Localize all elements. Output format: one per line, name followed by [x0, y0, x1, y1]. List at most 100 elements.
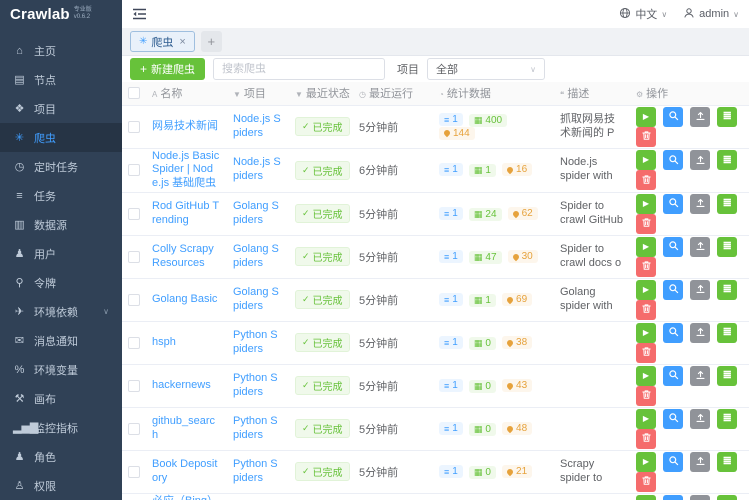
view-button[interactable] — [663, 322, 684, 343]
language-switcher[interactable]: 中文 ∨ — [619, 6, 667, 22]
delete-button[interactable] — [636, 385, 656, 406]
run-button[interactable]: ▶ — [636, 106, 656, 127]
column-header-project[interactable]: ▼ 项目 — [227, 82, 289, 106]
run-button[interactable]: ▶ — [636, 150, 656, 171]
upload-button[interactable] — [690, 365, 711, 386]
delete-button[interactable] — [636, 342, 656, 363]
search-input[interactable] — [213, 58, 386, 80]
project-link[interactable]: Python Spiders — [233, 372, 283, 400]
row-checkbox[interactable] — [128, 164, 140, 177]
sidebar-item-home[interactable]: ⌂ 主页 ∨ — [0, 36, 122, 65]
sidebar-collapse-icon[interactable] — [132, 8, 147, 20]
data-button[interactable]: ≣ — [717, 150, 738, 171]
new-spider-button[interactable]: + 新建爬虫 — [130, 58, 206, 80]
project-link[interactable]: Node.js Spiders — [233, 156, 283, 184]
column-header-name[interactable]: A 名称 — [146, 82, 227, 106]
upload-button[interactable] — [690, 495, 711, 500]
tab-spiders[interactable]: ✳ 爬虫 × — [130, 31, 195, 52]
spider-name-link[interactable]: 必应（Bing）Playwright 爬虫 — [152, 495, 221, 500]
row-checkbox[interactable] — [128, 293, 140, 306]
upload-button[interactable] — [690, 150, 711, 171]
row-checkbox[interactable] — [128, 250, 140, 263]
column-header-status[interactable]: ▼ 最近状态 — [289, 82, 353, 106]
row-checkbox[interactable] — [128, 207, 140, 220]
run-button[interactable]: ▶ — [636, 365, 656, 386]
sidebar-item-dependencies[interactable]: ✈ 环境依赖 ∨ — [0, 297, 122, 326]
upload-button[interactable] — [690, 408, 711, 429]
spider-name-link[interactable]: Node.js Basic Spider | Node.js 基础爬虫 — [152, 150, 221, 191]
select-all-checkbox[interactable] — [128, 87, 140, 100]
view-button[interactable] — [663, 193, 684, 214]
sidebar-item-canvas[interactable]: ⚒ 画布 ∨ — [0, 384, 122, 413]
upload-button[interactable] — [690, 193, 711, 214]
view-button[interactable] — [663, 279, 684, 300]
delete-button[interactable] — [636, 471, 656, 492]
project-link[interactable]: Python Spiders — [233, 415, 283, 443]
column-header-last-run[interactable]: ◷ 最近运行 — [353, 82, 433, 106]
row-checkbox[interactable] — [128, 379, 140, 392]
sidebar-item-tasks[interactable]: ≡ 任务 ∨ — [0, 181, 122, 210]
delete-button[interactable] — [636, 428, 656, 449]
sidebar-item-projects[interactable]: ❖ 项目 ∨ — [0, 94, 122, 123]
project-link[interactable]: Python Spiders — [233, 329, 283, 357]
run-button[interactable]: ▶ — [636, 451, 656, 472]
sidebar-item-roles[interactable]: ♟ 角色 ∨ — [0, 442, 122, 471]
sidebar-item-notifications[interactable]: ✉ 消息通知 ∨ — [0, 326, 122, 355]
sidebar-item-schedules[interactable]: ◷ 定时任务 ∨ — [0, 152, 122, 181]
delete-button[interactable] — [636, 170, 656, 191]
delete-button[interactable] — [636, 299, 656, 320]
spider-name-link[interactable]: github_search — [152, 415, 221, 443]
project-link[interactable]: Golang Spiders — [233, 243, 283, 271]
add-tab-button[interactable]: + — [200, 31, 222, 52]
row-checkbox[interactable] — [128, 120, 140, 133]
sidebar-item-permissions[interactable]: ♙ 权限 ∨ — [0, 471, 122, 500]
column-header-stats[interactable]: ◔ 统计数据 — [433, 82, 554, 106]
delete-button[interactable] — [636, 256, 656, 277]
sidebar-item-env-vars[interactable]: % 环境变量 ∨ — [0, 355, 122, 384]
column-header-actions[interactable]: ⚙ 操作 — [630, 82, 749, 106]
spider-name-link[interactable]: hsph — [152, 336, 176, 350]
view-button[interactable] — [663, 495, 684, 500]
project-link[interactable]: Golang Spiders — [233, 200, 283, 228]
view-button[interactable] — [663, 365, 684, 386]
row-checkbox[interactable] — [128, 336, 140, 349]
spider-name-link[interactable]: 网易技术新闻 — [152, 120, 218, 134]
run-button[interactable]: ▶ — [636, 193, 656, 214]
run-button[interactable]: ▶ — [636, 322, 656, 343]
run-button[interactable]: ▶ — [636, 236, 656, 257]
sidebar-item-spiders[interactable]: ✳ 爬虫 ∨ — [0, 123, 122, 152]
project-filter-select[interactable]: 全部 ∨ — [427, 58, 546, 80]
view-button[interactable] — [663, 408, 684, 429]
data-button[interactable]: ≣ — [717, 279, 738, 300]
user-menu[interactable]: admin ∨ — [683, 7, 739, 22]
upload-button[interactable] — [690, 451, 711, 472]
sidebar-item-metrics[interactable]: ▂▅▇ 监控指标 ∨ — [0, 413, 122, 442]
upload-button[interactable] — [690, 279, 711, 300]
row-checkbox[interactable] — [128, 422, 140, 435]
sidebar-item-datasources[interactable]: ▥ 数据源 ∨ — [0, 210, 122, 239]
data-button[interactable]: ≣ — [717, 451, 738, 472]
run-button[interactable]: ▶ — [636, 408, 656, 429]
spider-name-link[interactable]: Golang Basic — [152, 293, 217, 307]
sidebar-item-nodes[interactable]: ▤ 节点 ∨ — [0, 65, 122, 94]
data-button[interactable]: ≣ — [717, 236, 738, 257]
row-checkbox[interactable] — [128, 465, 140, 478]
data-button[interactable]: ≣ — [717, 408, 738, 429]
view-button[interactable] — [663, 150, 684, 171]
spider-name-link[interactable]: Rod GitHub Trending — [152, 200, 221, 228]
data-button[interactable]: ≣ — [717, 322, 738, 343]
data-button[interactable]: ≣ — [717, 495, 738, 500]
upload-button[interactable] — [690, 322, 711, 343]
project-link[interactable]: Golang Spiders — [233, 286, 283, 314]
spider-name-link[interactable]: Colly Scrapy Resources — [152, 243, 221, 271]
data-button[interactable]: ≣ — [717, 365, 738, 386]
sidebar-item-tokens[interactable]: ⚲ 令牌 ∨ — [0, 268, 122, 297]
delete-button[interactable] — [636, 213, 656, 234]
column-header-description[interactable]: ❝ 描述 — [554, 82, 630, 106]
run-button[interactable]: ▶ — [636, 495, 656, 500]
data-button[interactable]: ≣ — [717, 106, 738, 127]
spider-name-link[interactable]: Book Depository — [152, 458, 221, 486]
view-button[interactable] — [663, 106, 684, 127]
project-link[interactable]: Node.js Spiders — [233, 113, 283, 141]
run-button[interactable]: ▶ — [636, 279, 656, 300]
